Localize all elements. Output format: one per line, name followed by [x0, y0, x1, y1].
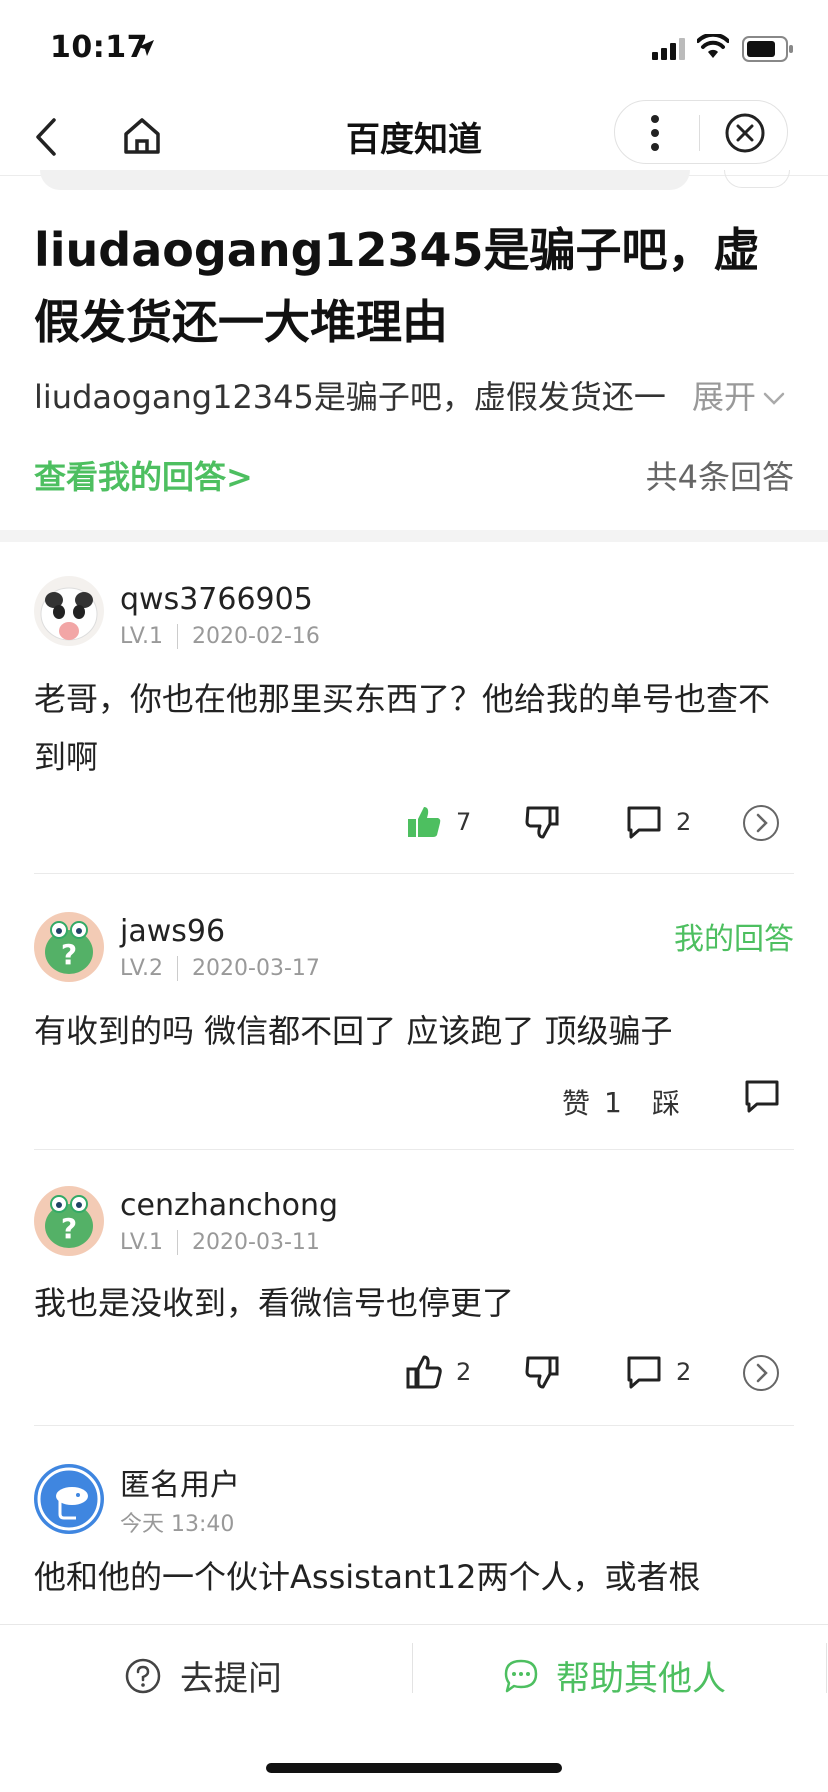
- like-button[interactable]: 2: [406, 1354, 471, 1390]
- chat-bubble-icon: [504, 1659, 538, 1692]
- comment-button[interactable]: [744, 1078, 780, 1114]
- answer-count: 共4条回答: [645, 458, 794, 496]
- nav-bar: 百度知道: [0, 96, 828, 176]
- user-level: LV.2: [120, 956, 179, 981]
- username[interactable]: qws3766905: [120, 582, 313, 617]
- comment-count: 2: [676, 808, 692, 836]
- help-others-label: 帮助其他人: [556, 1659, 726, 1699]
- view-my-answer-link[interactable]: 查看我的回答>: [34, 452, 253, 498]
- comment-count: 2: [676, 1358, 692, 1386]
- svg-text:?: ?: [61, 938, 77, 971]
- chevron-right-circle-icon[interactable]: [742, 804, 780, 842]
- thumbs-down-icon: [525, 806, 559, 839]
- answer-text: 我也是没收到，看微信号也停更了: [34, 1284, 515, 1322]
- answer-actions: 赞 1 踩: [0, 1080, 828, 1132]
- close-circle-icon[interactable]: [723, 111, 767, 155]
- username[interactable]: jaws96: [120, 914, 225, 949]
- answer-text: 老哥，你也在他那里买东西了？他给我的单号也查不到啊: [34, 680, 771, 776]
- chevron-down-icon: [763, 392, 785, 405]
- avatar[interactable]: [34, 1464, 104, 1534]
- home-indicator[interactable]: [266, 1763, 562, 1773]
- username[interactable]: 匿名用户: [120, 1460, 240, 1504]
- answer-meta: LV.2 2020-03-17: [120, 956, 320, 981]
- answer-date: 今天 13:40: [120, 1512, 235, 1537]
- comment-icon: [627, 806, 661, 839]
- status-bar: 10:17: [0, 0, 828, 96]
- answer-date: 2020-03-17: [192, 956, 320, 981]
- answer-date: 2020-03-11: [192, 1230, 320, 1255]
- panda-avatar-icon: [34, 576, 104, 646]
- status-time: 10:17: [50, 30, 148, 65]
- like-count: 1: [604, 1085, 622, 1119]
- more-dots-icon[interactable]: [649, 113, 661, 153]
- section-divider: [0, 530, 828, 542]
- thumbs-up-icon: [406, 1355, 442, 1389]
- help-others-button[interactable]: 帮助其他人: [502, 1651, 726, 1700]
- chevron-right-circle-icon[interactable]: [742, 1354, 780, 1392]
- dislike-button[interactable]: [524, 804, 560, 840]
- thumbs-up-filled-icon: [408, 807, 441, 837]
- anonymous-user-avatar-icon: [34, 1464, 104, 1534]
- capsule-divider: [699, 115, 700, 151]
- username[interactable]: cenzhanchong: [120, 1188, 338, 1223]
- my-answer-tag: 我的回答: [674, 922, 794, 957]
- ask-question-button[interactable]: 去提问: [124, 1651, 282, 1700]
- svg-text:?: ?: [61, 1212, 77, 1245]
- wifi-icon: [697, 34, 729, 58]
- location-arrow-icon: [138, 40, 154, 56]
- answer-text: 他和他的一个伙计Assistant12两个人，或者根: [34, 1558, 701, 1596]
- dislike-label: 踩: [652, 1087, 681, 1120]
- mini-program-capsule: [614, 100, 788, 164]
- avatar[interactable]: [34, 576, 104, 646]
- answer-actions: 2 2: [0, 1354, 828, 1404]
- answer-text: 有收到的吗 微信都不回了 应该跑了 顶级骗子: [34, 1012, 673, 1050]
- answer-item: qws3766905 LV.1 2020-02-16 老哥，你也在他那里买东西了？…: [0, 542, 828, 874]
- cellular-signal-icon: [652, 38, 685, 60]
- answer-item: ? jaws96 我的回答 LV.2 2020-03-17 有收到的吗 微信都不回…: [0, 874, 828, 1150]
- avatar[interactable]: ?: [34, 912, 104, 982]
- answer-date: 2020-02-16: [192, 624, 320, 649]
- question-description: liudaogang12345是骗子吧，虚假发货还一: [34, 378, 666, 416]
- comment-button[interactable]: 2: [626, 804, 691, 840]
- avatar[interactable]: ?: [34, 1186, 104, 1256]
- comment-button[interactable]: 2: [626, 1354, 691, 1390]
- dislike-button[interactable]: [524, 1354, 560, 1390]
- answer-item: ? cenzhanchong LV.1 2020-03-11 我也是没收到，看微信…: [0, 1150, 828, 1426]
- comment-icon: [627, 1356, 661, 1389]
- question-title: liudaogang12345是骗子吧，虚假发货还一大堆理由: [34, 223, 760, 349]
- like-label: 赞: [562, 1087, 591, 1120]
- bottom-divider: [412, 1643, 413, 1693]
- scrolled-search-fragment: [40, 170, 690, 190]
- dislike-button[interactable]: 踩: [652, 1082, 680, 1122]
- ask-question-label: 去提问: [180, 1659, 282, 1699]
- expand-label: 展开: [692, 378, 757, 416]
- answer-meta: LV.1 2020-03-11: [120, 1230, 320, 1255]
- like-button[interactable]: 7: [406, 804, 471, 840]
- user-level: LV.1: [120, 624, 179, 649]
- bottom-bar: 去提问 帮助其他人: [0, 1624, 828, 1792]
- like-count: 2: [456, 1358, 472, 1386]
- question-mascot-avatar-icon: ?: [34, 912, 104, 982]
- answer-meta: LV.1 2020-02-16: [120, 624, 320, 649]
- answer-actions: 7 2: [0, 804, 828, 854]
- thumbs-down-icon: [525, 1356, 559, 1389]
- expand-button[interactable]: 展开: [692, 372, 786, 418]
- answer-item: 匿名用户 今天 13:40 他和他的一个伙计Assistant12两个人，或者根: [0, 1426, 828, 1624]
- scrolled-button-fragment: [724, 170, 790, 188]
- battery-icon: [742, 36, 793, 62]
- question-mascot-avatar-icon: ?: [34, 1186, 104, 1256]
- like-button[interactable]: 赞 1: [562, 1082, 622, 1122]
- comment-icon: [745, 1080, 779, 1113]
- user-level: LV.1: [120, 1230, 179, 1255]
- bottom-divider-right: [826, 1643, 827, 1693]
- question-circle-icon: [125, 1658, 161, 1693]
- like-count: 7: [456, 808, 472, 836]
